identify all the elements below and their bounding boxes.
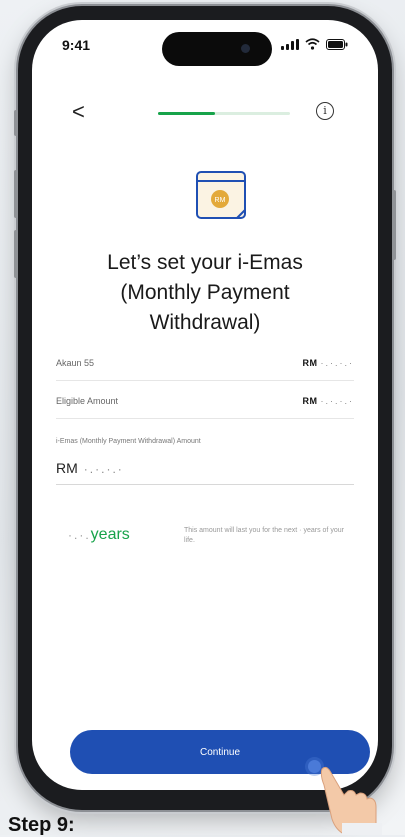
- account-55-row: Akaun 55 RM ·.·.·.·: [56, 350, 354, 381]
- app-screen: 9:41 < i RM Let’s set your i-Emas (Month…: [32, 20, 378, 790]
- withdrawal-amount-field[interactable]: i-Emas (Monthly Payment Withdrawal) Amou…: [56, 438, 354, 485]
- account-55-currency: RM: [302, 358, 318, 368]
- power-button: [392, 190, 396, 260]
- coin-label: RM: [215, 197, 226, 204]
- calendar-coin-icon: RM: [196, 171, 246, 219]
- step-progress-bar: [158, 112, 290, 115]
- volume-down-button: [14, 230, 18, 278]
- top-nav: < i: [32, 98, 378, 128]
- mute-switch: [14, 110, 18, 136]
- page-title: Let’s set your i-Emas (Monthly Payment W…: [52, 248, 358, 338]
- status-bar: 9:41: [32, 20, 378, 70]
- status-icons: [281, 38, 348, 50]
- status-time: 9:41: [62, 37, 91, 53]
- back-button[interactable]: <: [72, 100, 85, 124]
- eligible-amount-currency: RM: [302, 396, 318, 406]
- signal-icon: [281, 39, 299, 50]
- account-55-masked: ·.·.·.·: [320, 358, 354, 368]
- duration-masked: ·.·.: [68, 528, 91, 542]
- eligible-amount-row: Eligible Amount RM ·.·.·.·: [56, 388, 354, 419]
- title-line-2: (Monthly Payment: [120, 281, 290, 304]
- eligible-amount-masked: ·.·.·.·: [320, 396, 354, 406]
- step-progress-fill: [158, 112, 215, 115]
- eligible-amount-value: RM ·.·.·.·: [302, 396, 354, 406]
- pointing-hand-icon: [320, 766, 382, 835]
- battery-icon: [326, 39, 348, 50]
- dynamic-island: [162, 32, 272, 66]
- title-line-1: Let’s set your i-Emas: [107, 251, 303, 274]
- duration-unit: years: [90, 526, 130, 543]
- duration-note: This amount will last you for the next ·…: [184, 526, 354, 546]
- withdrawal-amount-currency: RM: [56, 460, 78, 476]
- camera-icon: [241, 44, 250, 53]
- volume-up-button: [14, 170, 18, 218]
- duration-note-part1: This amount will last you for the next: [184, 527, 298, 534]
- withdrawal-amount-input[interactable]: RM ·.·.·.·: [56, 460, 124, 476]
- title-line-3: Withdrawal): [149, 311, 261, 334]
- withdrawal-amount-masked: ·.·.·.·: [83, 462, 124, 476]
- account-55-label: Akaun 55: [56, 358, 95, 368]
- duration-note-masked: ·: [299, 527, 302, 534]
- step-caption: Step 9:: [8, 814, 75, 836]
- withdrawal-amount-label: i-Emas (Monthly Payment Withdrawal) Amou…: [56, 438, 201, 445]
- duration-years: ·.·.years: [68, 526, 130, 544]
- info-icon[interactable]: i: [316, 102, 334, 120]
- wifi-icon: [305, 38, 320, 50]
- eligible-amount-label: Eligible Amount: [56, 396, 119, 406]
- account-55-value: RM ·.·.·.·: [302, 358, 354, 368]
